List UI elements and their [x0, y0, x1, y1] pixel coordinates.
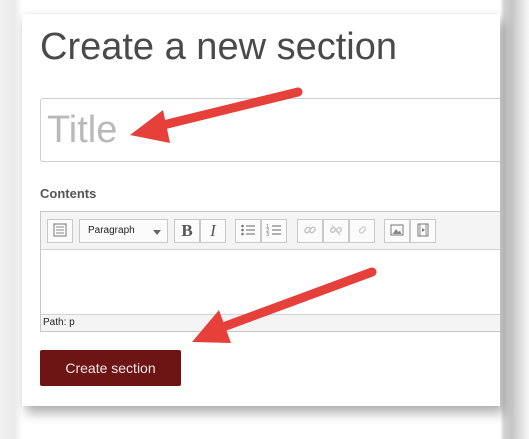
- button-pointer-arrow: [192, 267, 377, 343]
- title-pointer-arrow: [130, 87, 303, 143]
- annotation-arrows: [130, 87, 377, 343]
